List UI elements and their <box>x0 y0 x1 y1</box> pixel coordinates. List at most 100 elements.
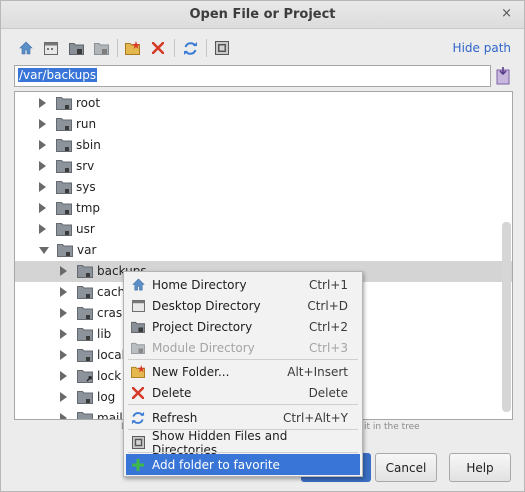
menu-item-desktop-directory[interactable]: Desktop Directory Ctrl+D <box>126 295 360 316</box>
expand-right-icon[interactable] <box>39 140 46 150</box>
tree-row-label: lock <box>97 369 122 383</box>
menu-item-shortcut: Delete <box>308 385 348 400</box>
menu-item-shortcut: Ctrl+3 <box>308 340 348 355</box>
folder-icon <box>77 285 93 299</box>
tree-row-label: log <box>97 390 116 404</box>
menu-item-shortcut: Ctrl+D <box>307 298 348 313</box>
menu-item-label: Add folder to favorite <box>152 457 280 472</box>
history-icon <box>496 67 510 85</box>
new-folder-button[interactable] <box>122 37 144 59</box>
menu-separator <box>128 429 358 430</box>
expand-right-icon[interactable] <box>60 308 67 318</box>
new-folder-icon <box>130 364 146 380</box>
expand-right-icon[interactable] <box>39 224 46 234</box>
desktop-icon <box>130 298 146 314</box>
project-button[interactable] <box>65 37 87 59</box>
menu-item-new-folder[interactable]: New Folder... Alt+Insert <box>126 361 360 382</box>
tree-row-label: tmp <box>76 201 101 215</box>
add-favorite-icon <box>130 457 146 473</box>
delete-button[interactable] <box>147 37 169 59</box>
tree-row[interactable]: srv <box>15 156 512 177</box>
expand-right-icon[interactable] <box>60 413 67 419</box>
menu-item-project-directory[interactable]: Project Directory Ctrl+2 <box>126 316 360 337</box>
tree-row-label: mail <box>97 411 123 420</box>
toolbar-separator <box>206 39 207 57</box>
expand-right-icon[interactable] <box>60 266 67 276</box>
module-icon <box>130 340 146 356</box>
open-file-dialog: Open File or Project × Hide path /var/ba… <box>0 0 525 492</box>
show-hidden-icon <box>215 41 229 55</box>
expand-right-icon[interactable] <box>39 119 46 129</box>
folder-icon <box>77 264 93 278</box>
expand-right-icon[interactable] <box>60 392 67 402</box>
home-button[interactable] <box>15 37 37 59</box>
tree-row[interactable]: sbin <box>15 135 512 156</box>
expand-down-icon[interactable] <box>39 246 49 254</box>
menu-item-shortcut: Ctrl+1 <box>308 277 348 292</box>
tree-row[interactable]: usr <box>15 219 512 240</box>
expand-right-icon[interactable] <box>39 182 46 192</box>
tree-row-label: sys <box>76 180 96 194</box>
folder-icon-wrap <box>77 348 93 362</box>
folder-icon <box>56 159 72 173</box>
menu-separator <box>128 404 358 405</box>
home-icon <box>19 41 33 55</box>
show-hidden-button[interactable] <box>211 37 233 59</box>
refresh-button[interactable] <box>179 37 201 59</box>
menu-item-delete[interactable]: Delete Delete <box>126 382 360 403</box>
menu-item-refresh[interactable]: Refresh Ctrl+Alt+Y <box>126 407 360 428</box>
folder-icon <box>77 327 93 341</box>
folder-icon-wrap <box>57 243 73 257</box>
tree-row[interactable]: tmp <box>15 198 512 219</box>
tree-scrollbar[interactable] <box>502 222 511 412</box>
tree-row[interactable]: run <box>15 114 512 135</box>
project-icon <box>68 42 84 55</box>
expand-right-icon[interactable] <box>39 98 46 108</box>
expand-right-icon[interactable] <box>60 329 67 339</box>
folder-icon <box>77 390 93 404</box>
expand-right-icon[interactable] <box>60 287 67 297</box>
menu-item-add-folder-to-favorite[interactable]: Add folder to favorite <box>126 454 360 475</box>
menu-separator <box>128 452 358 453</box>
dialog-title: Open File or Project <box>189 7 336 22</box>
show-hidden-icon <box>130 435 146 451</box>
folder-icon-wrap <box>77 264 93 278</box>
expand-right-icon[interactable] <box>39 161 46 171</box>
folder-icon-wrap <box>77 369 93 383</box>
tree-row[interactable]: root <box>15 93 512 114</box>
tree-row-label: lib <box>97 327 112 341</box>
refresh-icon <box>183 41 197 55</box>
menu-item-home-directory[interactable]: Home Directory Ctrl+1 <box>126 274 360 295</box>
menu-item-label: Module Directory <box>152 340 255 355</box>
folder-icon <box>56 180 72 194</box>
module-button[interactable] <box>90 37 112 59</box>
module-icon <box>93 42 109 55</box>
tree-row[interactable]: sys <box>15 177 512 198</box>
folder-icon <box>57 243 73 257</box>
help-button[interactable]: Help <box>449 453 511 482</box>
menu-item-show-hidden-files-and-directories[interactable]: Show Hidden Files and Directories <box>126 429 360 457</box>
folder-icon <box>56 222 72 236</box>
tree-row-label: usr <box>76 222 95 236</box>
cancel-button[interactable]: Cancel <box>375 453 437 482</box>
hint-text-right: it in the tree <box>364 422 420 432</box>
expand-right-icon[interactable] <box>60 350 67 360</box>
path-history-button[interactable] <box>495 66 513 86</box>
expand-right-icon[interactable] <box>39 203 46 213</box>
toolbar <box>15 37 236 59</box>
menu-item-shortcut: Ctrl+2 <box>308 319 348 334</box>
folder-icon <box>77 348 93 362</box>
expand-right-icon[interactable] <box>60 371 67 381</box>
desktop-button[interactable] <box>40 37 62 59</box>
folder-icon <box>77 411 93 419</box>
path-input[interactable]: /var/backups <box>14 65 491 87</box>
tree-row[interactable]: var <box>15 240 512 261</box>
menu-item-shortcut: Alt+Insert <box>287 364 348 379</box>
desktop-icon <box>44 41 58 55</box>
folder-icon-wrap <box>56 222 72 236</box>
menu-item-label: Delete <box>152 385 192 400</box>
menu-item-label: Project Directory <box>152 319 253 334</box>
close-icon[interactable]: × <box>501 6 512 21</box>
hide-path-link[interactable]: Hide path <box>453 41 511 55</box>
folder-icon-wrap <box>56 138 72 152</box>
